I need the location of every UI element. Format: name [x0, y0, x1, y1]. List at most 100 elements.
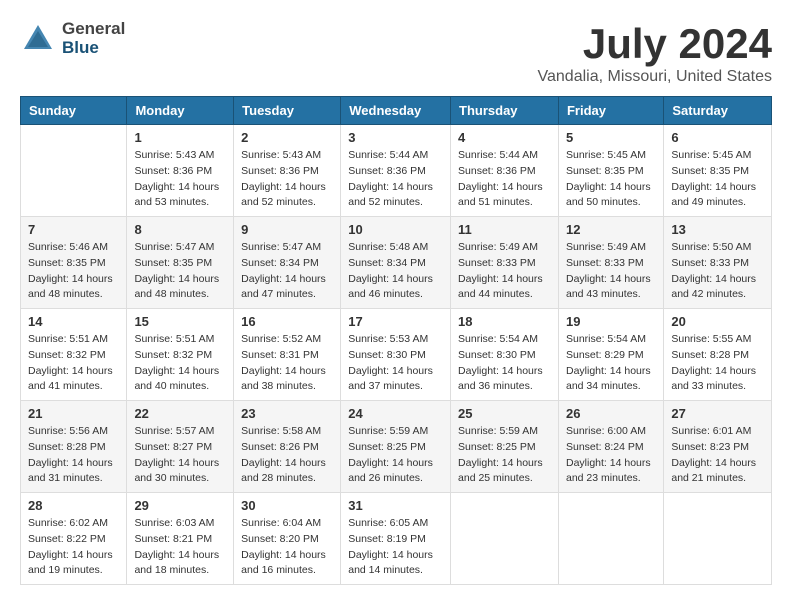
day-info: Sunrise: 5:54 AM Sunset: 8:30 PM Dayligh…	[458, 332, 551, 395]
day-info: Sunrise: 5:54 AM Sunset: 8:29 PM Dayligh…	[566, 332, 656, 395]
calendar-week-4: 21Sunrise: 5:56 AM Sunset: 8:28 PM Dayli…	[21, 401, 772, 493]
calendar-cell: 30 Sunrise: 6:04 AM Sunset: 8:20 PM Dayli…	[234, 493, 341, 585]
logo-general: General	[62, 20, 125, 39]
calendar-cell: 19 Sunrise: 5:54 AM Sunset: 8:29 PM Dayli…	[558, 309, 663, 401]
col-friday: Friday	[558, 97, 663, 125]
day-info: Sunrise: 5:56 AM Sunset: 8:28 PM Dayligh…	[28, 424, 119, 487]
day-number: 25	[458, 406, 551, 421]
calendar-week-2: 7 Sunrise: 5:46 AM Sunset: 8:35 PM Daylig…	[21, 217, 772, 309]
calendar-cell	[451, 493, 559, 585]
day-info: Sunrise: 5:48 AM Sunset: 8:34 PM Dayligh…	[348, 240, 443, 303]
calendar-cell: 27 Sunrise: 6:01 AM Sunset: 8:23 PM Dayli…	[664, 401, 772, 493]
day-number: 11	[458, 222, 551, 237]
day-info: Sunrise: 5:55 AM Sunset: 8:28 PM Dayligh…	[671, 332, 764, 395]
day-info: Sunrise: 6:04 AM Sunset: 8:20 PM Dayligh…	[241, 516, 333, 579]
day-number: 3	[348, 130, 443, 145]
calendar-week-3: 14 Sunrise: 5:51 AM Sunset: 8:32 PM Dayli…	[21, 309, 772, 401]
calendar-cell: 18 Sunrise: 5:54 AM Sunset: 8:30 PM Dayli…	[451, 309, 559, 401]
day-info: Sunrise: 5:49 AM Sunset: 8:33 PM Dayligh…	[458, 240, 551, 303]
day-info: Sunrise: 5:44 AM Sunset: 8:36 PM Dayligh…	[458, 148, 551, 211]
day-number: 14	[28, 314, 119, 329]
calendar-cell: 21Sunrise: 5:56 AM Sunset: 8:28 PM Dayli…	[21, 401, 127, 493]
page-header: General Blue July 2024 Vandalia, Missour…	[20, 20, 772, 86]
day-number: 7	[28, 222, 119, 237]
col-thursday: Thursday	[451, 97, 559, 125]
calendar-cell	[21, 125, 127, 217]
day-number: 31	[348, 498, 443, 513]
day-number: 16	[241, 314, 333, 329]
day-info: Sunrise: 5:45 AM Sunset: 8:35 PM Dayligh…	[566, 148, 656, 211]
day-info: Sunrise: 6:02 AM Sunset: 8:22 PM Dayligh…	[28, 516, 119, 579]
day-number: 9	[241, 222, 333, 237]
day-number: 28	[28, 498, 119, 513]
day-number: 19	[566, 314, 656, 329]
day-info: Sunrise: 5:58 AM Sunset: 8:26 PM Dayligh…	[241, 424, 333, 487]
logo-icon	[20, 21, 56, 57]
calendar-cell: 15Sunrise: 5:51 AM Sunset: 8:32 PM Dayli…	[127, 309, 234, 401]
day-number: 18	[458, 314, 551, 329]
day-info: Sunrise: 5:43 AM Sunset: 8:36 PM Dayligh…	[241, 148, 333, 211]
calendar-cell: 1Sunrise: 5:43 AM Sunset: 8:36 PM Daylig…	[127, 125, 234, 217]
day-info: Sunrise: 5:51 AM Sunset: 8:32 PM Dayligh…	[28, 332, 119, 395]
col-sunday: Sunday	[21, 97, 127, 125]
calendar-cell: 23Sunrise: 5:58 AM Sunset: 8:26 PM Dayli…	[234, 401, 341, 493]
logo-text: General Blue	[62, 20, 125, 57]
calendar-cell: 14 Sunrise: 5:51 AM Sunset: 8:32 PM Dayli…	[21, 309, 127, 401]
day-info: Sunrise: 6:00 AM Sunset: 8:24 PM Dayligh…	[566, 424, 656, 487]
logo-blue: Blue	[62, 39, 125, 58]
calendar-header-row: Sunday Monday Tuesday Wednesday Thursday…	[21, 97, 772, 125]
day-info: Sunrise: 6:03 AM Sunset: 8:21 PM Dayligh…	[134, 516, 226, 579]
calendar-week-1: 1Sunrise: 5:43 AM Sunset: 8:36 PM Daylig…	[21, 125, 772, 217]
day-info: Sunrise: 5:43 AM Sunset: 8:36 PM Dayligh…	[134, 148, 226, 211]
calendar-cell: 3 Sunrise: 5:44 AM Sunset: 8:36 PM Daylig…	[341, 125, 451, 217]
calendar-cell: 22Sunrise: 5:57 AM Sunset: 8:27 PM Dayli…	[127, 401, 234, 493]
calendar-cell: 5Sunrise: 5:45 AM Sunset: 8:35 PM Daylig…	[558, 125, 663, 217]
day-number: 30	[241, 498, 333, 513]
calendar-cell: 25 Sunrise: 5:59 AM Sunset: 8:25 PM Dayli…	[451, 401, 559, 493]
day-number: 24	[348, 406, 443, 421]
title-block: July 2024 Vandalia, Missouri, United Sta…	[538, 20, 772, 86]
calendar-cell: 28 Sunrise: 6:02 AM Sunset: 8:22 PM Dayli…	[21, 493, 127, 585]
day-info: Sunrise: 5:46 AM Sunset: 8:35 PM Dayligh…	[28, 240, 119, 303]
day-info: Sunrise: 5:47 AM Sunset: 8:35 PM Dayligh…	[134, 240, 226, 303]
day-number: 8	[134, 222, 226, 237]
calendar-cell: 10 Sunrise: 5:48 AM Sunset: 8:34 PM Dayli…	[341, 217, 451, 309]
day-info: Sunrise: 6:01 AM Sunset: 8:23 PM Dayligh…	[671, 424, 764, 487]
calendar-cell: 16Sunrise: 5:52 AM Sunset: 8:31 PM Dayli…	[234, 309, 341, 401]
day-number: 4	[458, 130, 551, 145]
calendar-cell: 11 Sunrise: 5:49 AM Sunset: 8:33 PM Dayli…	[451, 217, 559, 309]
day-info: Sunrise: 5:50 AM Sunset: 8:33 PM Dayligh…	[671, 240, 764, 303]
calendar-cell: 31 Sunrise: 6:05 AM Sunset: 8:19 PM Dayli…	[341, 493, 451, 585]
day-info: Sunrise: 5:47 AM Sunset: 8:34 PM Dayligh…	[241, 240, 333, 303]
logo: General Blue	[20, 20, 125, 57]
day-info: Sunrise: 5:49 AM Sunset: 8:33 PM Dayligh…	[566, 240, 656, 303]
day-number: 6	[671, 130, 764, 145]
day-info: Sunrise: 5:59 AM Sunset: 8:25 PM Dayligh…	[458, 424, 551, 487]
day-number: 12	[566, 222, 656, 237]
day-number: 20	[671, 314, 764, 329]
day-info: Sunrise: 5:44 AM Sunset: 8:36 PM Dayligh…	[348, 148, 443, 211]
day-number: 10	[348, 222, 443, 237]
calendar-cell: 12 Sunrise: 5:49 AM Sunset: 8:33 PM Dayli…	[558, 217, 663, 309]
calendar-cell: 20 Sunrise: 5:55 AM Sunset: 8:28 PM Dayli…	[664, 309, 772, 401]
day-info: Sunrise: 5:51 AM Sunset: 8:32 PM Dayligh…	[134, 332, 226, 395]
calendar-cell: 2 Sunrise: 5:43 AM Sunset: 8:36 PM Daylig…	[234, 125, 341, 217]
day-number: 29	[134, 498, 226, 513]
calendar-cell: 8 Sunrise: 5:47 AM Sunset: 8:35 PM Daylig…	[127, 217, 234, 309]
col-tuesday: Tuesday	[234, 97, 341, 125]
day-number: 27	[671, 406, 764, 421]
calendar-cell: 9 Sunrise: 5:47 AM Sunset: 8:34 PM Daylig…	[234, 217, 341, 309]
calendar-week-5: 28 Sunrise: 6:02 AM Sunset: 8:22 PM Dayli…	[21, 493, 772, 585]
calendar-table: Sunday Monday Tuesday Wednesday Thursday…	[20, 96, 772, 585]
calendar-cell: 26Sunrise: 6:00 AM Sunset: 8:24 PM Dayli…	[558, 401, 663, 493]
calendar-cell: 13 Sunrise: 5:50 AM Sunset: 8:33 PM Dayli…	[664, 217, 772, 309]
day-info: Sunrise: 6:05 AM Sunset: 8:19 PM Dayligh…	[348, 516, 443, 579]
day-number: 13	[671, 222, 764, 237]
col-saturday: Saturday	[664, 97, 772, 125]
calendar-cell: 4 Sunrise: 5:44 AM Sunset: 8:36 PM Daylig…	[451, 125, 559, 217]
calendar-cell: 29 Sunrise: 6:03 AM Sunset: 8:21 PM Dayli…	[127, 493, 234, 585]
calendar-title: July 2024	[538, 20, 772, 68]
day-number: 2	[241, 130, 333, 145]
calendar-cell: 7 Sunrise: 5:46 AM Sunset: 8:35 PM Daylig…	[21, 217, 127, 309]
day-info: Sunrise: 5:53 AM Sunset: 8:30 PM Dayligh…	[348, 332, 443, 395]
